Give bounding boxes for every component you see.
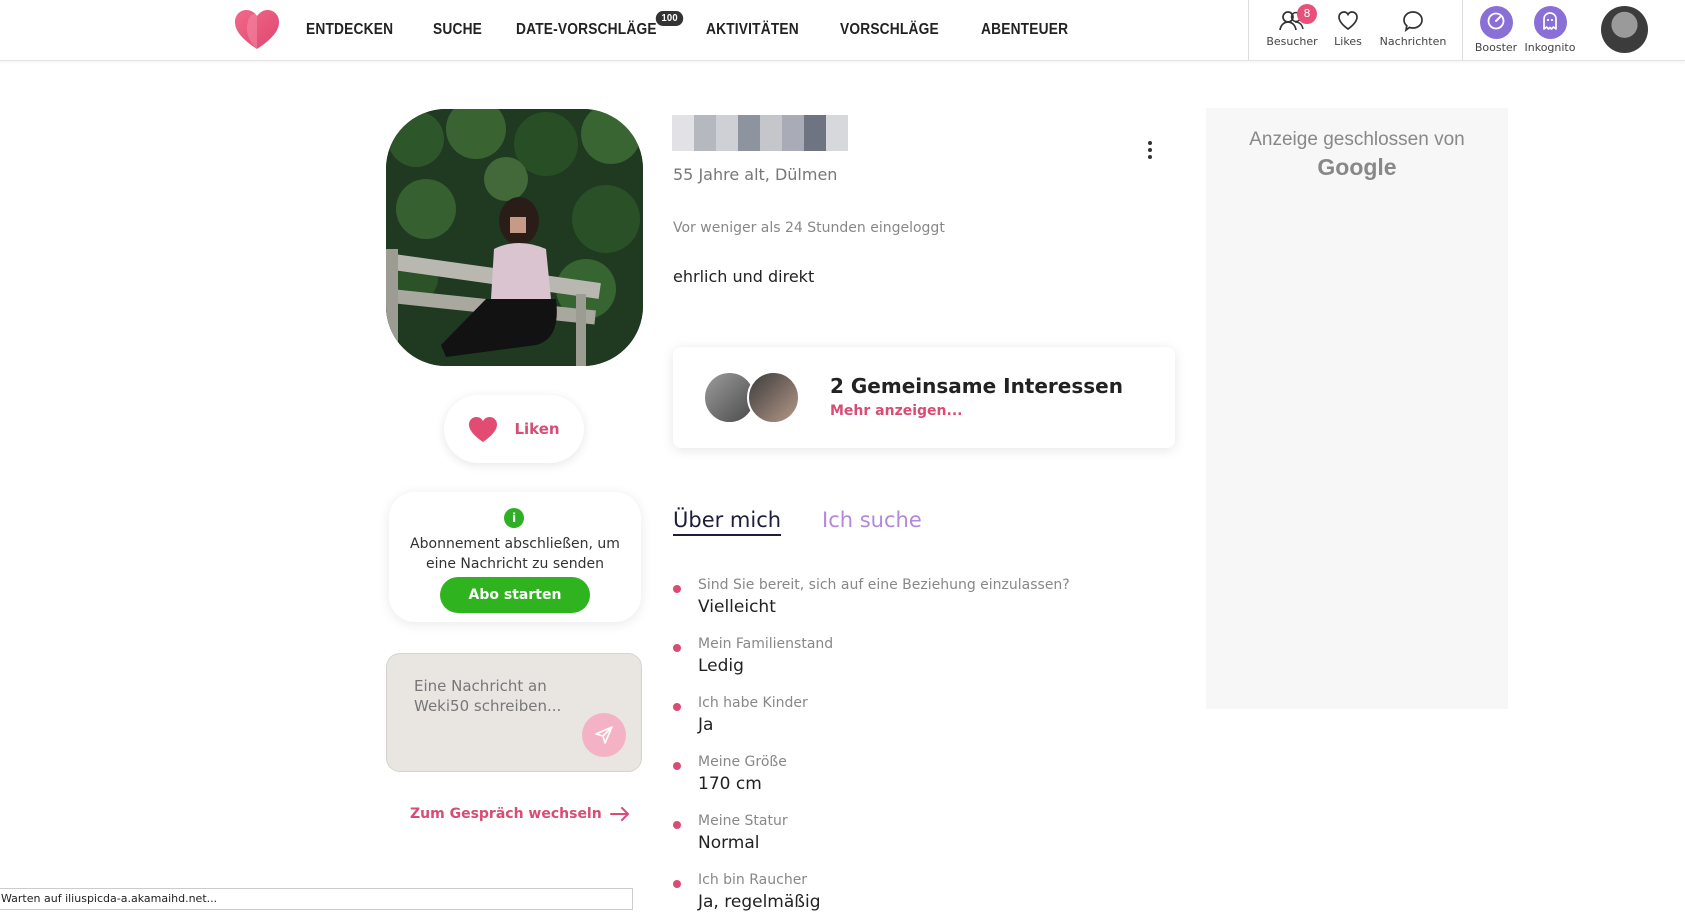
visitors-count-badge: 8 — [1297, 4, 1317, 24]
like-button[interactable]: Liken — [444, 395, 584, 463]
visitors-label: Besucher — [1266, 35, 1318, 48]
profile-name-pixelated — [672, 115, 848, 151]
bullet-dot — [673, 762, 681, 770]
about-question: Ich bin Raucher — [698, 872, 808, 888]
header-divider — [1248, 0, 1249, 60]
info-icon: i — [504, 508, 524, 528]
send-button[interactable] — [582, 713, 626, 757]
main-nav: ENTDECKEN SUCHE DATE-VORSCHLÄGE 100 AKTI… — [306, 0, 1090, 60]
date-suggestions-badge: 100 — [656, 11, 685, 26]
show-more-interests-link[interactable]: Mehr anzeigen... — [830, 403, 962, 419]
logo-heart-icon[interactable] — [234, 9, 280, 51]
header-divider-2 — [1462, 0, 1463, 60]
bullet-dot — [673, 880, 681, 888]
nav-abenteuer[interactable]: ABENTEUER — [981, 21, 1068, 39]
subscription-text: Abonnement abschließen, um eine Nachrich… — [410, 536, 620, 572]
tab-about-me[interactable]: Über mich — [673, 508, 782, 536]
profile-bio: ehrlich und direkt — [673, 267, 815, 286]
interest-avatar — [747, 371, 800, 424]
heart-outline-icon — [1338, 11, 1358, 31]
about-answer: Normal — [698, 833, 760, 853]
common-interests-title: 2 Gemeinsame Interessen — [830, 374, 1123, 398]
incognito-circle — [1533, 6, 1567, 39]
message-placeholder: Eine Nachricht an Weki50 schreiben... — [414, 677, 562, 715]
send-icon — [595, 726, 613, 744]
about-answer: Ja, regelmäßig — [698, 892, 821, 912]
likes-button[interactable]: Likes — [1330, 10, 1366, 48]
common-interests-card[interactable]: 2 Gemeinsame Interessen Mehr anzeigen... — [673, 347, 1175, 448]
bullet-dot — [673, 821, 681, 829]
nav-aktivitaeten[interactable]: AKTIVITÄTEN — [706, 21, 799, 39]
chat-bubble-icon — [1403, 11, 1423, 32]
booster-label: Booster — [1474, 41, 1518, 54]
messages-label: Nachrichten — [1379, 35, 1447, 48]
subscription-card: i Abonnement abschließen, um eine Nachri… — [389, 492, 641, 622]
incognito-label: Inkognito — [1524, 41, 1576, 54]
bullet-dot — [673, 585, 681, 593]
heart-filled-icon — [469, 416, 498, 442]
last-login-status: Vor weniger als 24 Stunden eingeloggt — [673, 220, 945, 236]
incognito-button[interactable]: Inkognito — [1522, 6, 1578, 54]
profile-photo-image — [386, 109, 643, 366]
about-question: Meine Größe — [698, 754, 787, 770]
about-question: Mein Familienstand — [698, 636, 834, 652]
profile-photo[interactable] — [386, 109, 643, 366]
top-navigation-bar: ENTDECKEN SUCHE DATE-VORSCHLÄGE 100 AKTI… — [0, 0, 1685, 61]
age-and-city: 55 Jahre alt, Dülmen — [673, 165, 838, 184]
bullet-dot — [673, 644, 681, 652]
nav-date-vorschlaege[interactable]: DATE-VORSCHLÄGE 100 — [516, 11, 685, 39]
ad-closed-text: Anzeige geschlossen von — [1249, 129, 1465, 150]
about-question: Ich habe Kinder — [698, 695, 808, 711]
messages-button[interactable]: Nachrichten — [1378, 10, 1448, 48]
ad-placeholder: Anzeige geschlossen von Google — [1206, 108, 1508, 709]
about-answer: Ja — [698, 715, 714, 735]
start-subscription-button[interactable]: Abo starten — [440, 577, 590, 613]
about-question: Sind Sie bereit, sich auf eine Beziehung… — [698, 577, 1070, 593]
nav-entdecken[interactable]: ENTDECKEN — [306, 21, 393, 39]
bullet-dot — [673, 703, 681, 711]
switch-to-chat-link[interactable]: Zum Gespräch wechseln — [410, 806, 630, 822]
message-input[interactable]: Eine Nachricht an Weki50 schreiben... — [386, 653, 642, 772]
about-answer: 170 cm — [698, 774, 762, 794]
tab-looking-for[interactable]: Ich suche — [822, 508, 922, 532]
visitors-button[interactable]: 8 Besucher — [1264, 4, 1320, 48]
ad-brand: Google — [1317, 154, 1397, 180]
arrow-right-icon — [609, 807, 629, 821]
booster-button[interactable]: Booster — [1470, 6, 1522, 54]
more-options-icon[interactable] — [1146, 139, 1154, 161]
ghost-icon — [1543, 12, 1557, 30]
nav-vorschlaege[interactable]: VORSCHLÄGE — [840, 21, 939, 39]
browser-status-bar: Warten auf iliuspicda-a.akamaihd.net... — [0, 888, 633, 910]
about-question: Meine Statur — [698, 813, 788, 829]
booster-circle — [1479, 6, 1513, 39]
about-answer: Vielleicht — [698, 597, 776, 617]
about-answer: Ledig — [698, 656, 744, 676]
switch-chat-label: Zum Gespräch wechseln — [410, 806, 602, 822]
like-label: Liken — [514, 420, 560, 438]
booster-icon — [1487, 12, 1505, 30]
likes-label: Likes — [1334, 35, 1362, 48]
user-avatar[interactable] — [1601, 6, 1648, 53]
nav-suche[interactable]: SUCHE — [433, 21, 482, 39]
